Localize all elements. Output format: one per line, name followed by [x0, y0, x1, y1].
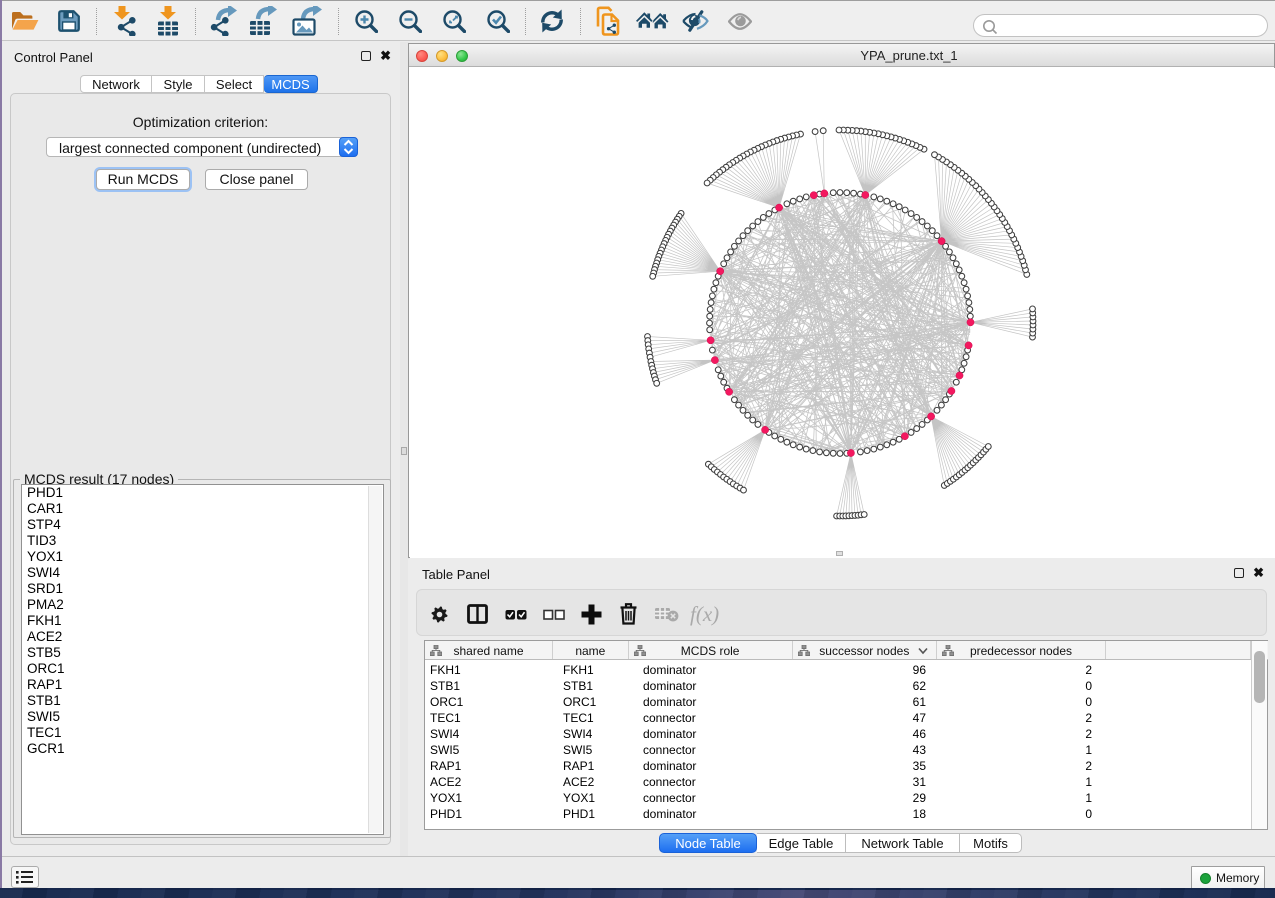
svg-text:f(x): f(x)	[690, 602, 719, 626]
